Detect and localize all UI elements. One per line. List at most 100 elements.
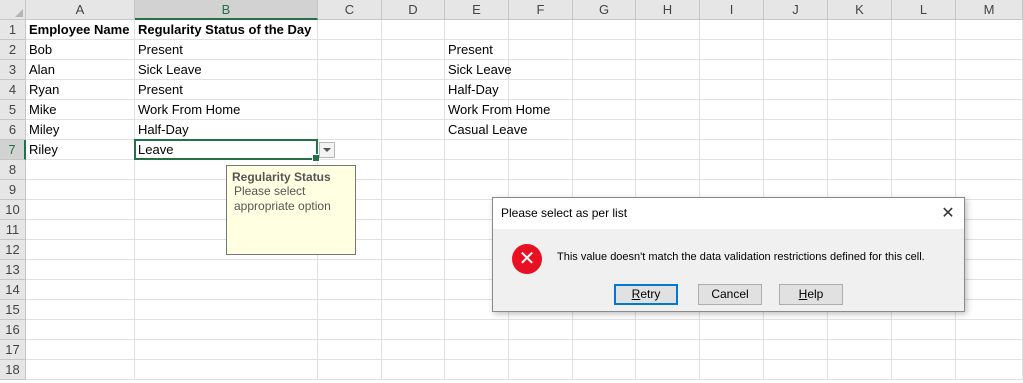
cell-g3[interactable] xyxy=(573,60,636,80)
cell-e6[interactable]: Casual Leave xyxy=(445,120,528,140)
cell-d16[interactable] xyxy=(382,320,445,340)
cell-j6[interactable] xyxy=(764,120,828,140)
row-header-15[interactable]: 15 xyxy=(0,300,26,320)
cell-m12[interactable] xyxy=(956,240,1023,260)
cell-i8[interactable] xyxy=(700,160,764,180)
cell-h7[interactable] xyxy=(636,140,700,160)
cell-d12[interactable] xyxy=(382,240,445,260)
cell-f16[interactable] xyxy=(509,320,573,340)
cell-c1[interactable] xyxy=(318,20,382,40)
cell-g2[interactable] xyxy=(573,40,636,60)
cell-a6[interactable]: Miley xyxy=(26,120,135,140)
cell-g5[interactable] xyxy=(573,100,636,120)
cell-a9[interactable] xyxy=(26,180,135,200)
row-header-11[interactable]: 11 xyxy=(0,220,26,240)
cell-b14[interactable] xyxy=(135,280,318,300)
select-all-corner[interactable] xyxy=(0,0,26,20)
cell-c5[interactable] xyxy=(318,100,382,120)
cell-g6[interactable] xyxy=(573,120,636,140)
help-button[interactable]: Help xyxy=(779,284,843,305)
column-header-k[interactable]: K xyxy=(828,0,892,20)
column-header-a[interactable]: A xyxy=(26,0,135,20)
cell-a1[interactable]: Employee Name xyxy=(26,20,135,40)
cell-l2[interactable] xyxy=(892,40,956,60)
cell-m2[interactable] xyxy=(956,40,1023,60)
cell-i7[interactable] xyxy=(700,140,764,160)
cell-m15[interactable] xyxy=(956,300,1023,320)
cell-i6[interactable] xyxy=(700,120,764,140)
cell-e5[interactable]: Work From Home xyxy=(445,100,550,120)
cell-a5[interactable]: Mike xyxy=(26,100,135,120)
cell-a17[interactable] xyxy=(26,340,135,360)
cell-f3[interactable] xyxy=(509,60,573,80)
cell-d15[interactable] xyxy=(382,300,445,320)
cell-h3[interactable] xyxy=(636,60,700,80)
cell-c14[interactable] xyxy=(318,280,382,300)
row-header-14[interactable]: 14 xyxy=(0,280,26,300)
row-header-4[interactable]: 4 xyxy=(0,80,26,100)
cell-e4[interactable]: Half-Day xyxy=(445,80,509,100)
cell-d18[interactable] xyxy=(382,360,445,380)
cell-h2[interactable] xyxy=(636,40,700,60)
cell-h6[interactable] xyxy=(636,120,700,140)
row-header-13[interactable]: 13 xyxy=(0,260,26,280)
cell-l7[interactable] xyxy=(892,140,956,160)
cell-k5[interactable] xyxy=(828,100,892,120)
cell-m6[interactable] xyxy=(956,120,1023,140)
cell-h8[interactable] xyxy=(636,160,700,180)
cell-d5[interactable] xyxy=(382,100,445,120)
cell-j4[interactable] xyxy=(764,80,828,100)
cell-m17[interactable] xyxy=(956,340,1023,360)
cell-a8[interactable] xyxy=(26,160,135,180)
cell-g17[interactable] xyxy=(573,340,636,360)
row-header-18[interactable]: 18 xyxy=(0,360,26,380)
cell-e7[interactable] xyxy=(445,140,509,160)
cell-k7[interactable] xyxy=(828,140,892,160)
cell-k18[interactable] xyxy=(828,360,892,380)
cell-f7[interactable] xyxy=(509,140,573,160)
cell-h4[interactable] xyxy=(636,80,700,100)
cell-j17[interactable] xyxy=(764,340,828,360)
cell-a13[interactable] xyxy=(26,260,135,280)
cell-l17[interactable] xyxy=(892,340,956,360)
row-header-12[interactable]: 12 xyxy=(0,240,26,260)
column-header-d[interactable]: D xyxy=(382,0,445,20)
cell-d7[interactable] xyxy=(382,140,445,160)
cell-g7[interactable] xyxy=(573,140,636,160)
cell-l1[interactable] xyxy=(892,20,956,40)
cell-b6[interactable]: Half-Day xyxy=(135,120,318,140)
cell-b1[interactable]: Regularity Status of the Day xyxy=(135,20,318,40)
cell-b18[interactable] xyxy=(135,360,318,380)
cell-d14[interactable] xyxy=(382,280,445,300)
cell-a11[interactable] xyxy=(26,220,135,240)
cell-l5[interactable] xyxy=(892,100,956,120)
cell-h17[interactable] xyxy=(636,340,700,360)
cell-j7[interactable] xyxy=(764,140,828,160)
cell-m13[interactable] xyxy=(956,260,1023,280)
cell-l3[interactable] xyxy=(892,60,956,80)
cell-g1[interactable] xyxy=(573,20,636,40)
cell-m7[interactable] xyxy=(956,140,1023,160)
cell-k3[interactable] xyxy=(828,60,892,80)
cell-f4[interactable] xyxy=(509,80,573,100)
row-header-8[interactable]: 8 xyxy=(0,160,26,180)
cell-h1[interactable] xyxy=(636,20,700,40)
cell-c13[interactable] xyxy=(318,260,382,280)
cell-e1[interactable] xyxy=(445,20,509,40)
cell-c17[interactable] xyxy=(318,340,382,360)
cell-b17[interactable] xyxy=(135,340,318,360)
cell-i18[interactable] xyxy=(700,360,764,380)
cell-k16[interactable] xyxy=(828,320,892,340)
cell-d17[interactable] xyxy=(382,340,445,360)
cell-g8[interactable] xyxy=(573,160,636,180)
row-header-9[interactable]: 9 xyxy=(0,180,26,200)
column-header-h[interactable]: H xyxy=(636,0,700,20)
cell-e3[interactable]: Sick Leave xyxy=(445,60,512,80)
cell-i3[interactable] xyxy=(700,60,764,80)
cell-b16[interactable] xyxy=(135,320,318,340)
cell-a3[interactable]: Alan xyxy=(26,60,135,80)
column-header-g[interactable]: G xyxy=(573,0,636,20)
cell-m5[interactable] xyxy=(956,100,1023,120)
cell-d1[interactable] xyxy=(382,20,445,40)
cell-f18[interactable] xyxy=(509,360,573,380)
